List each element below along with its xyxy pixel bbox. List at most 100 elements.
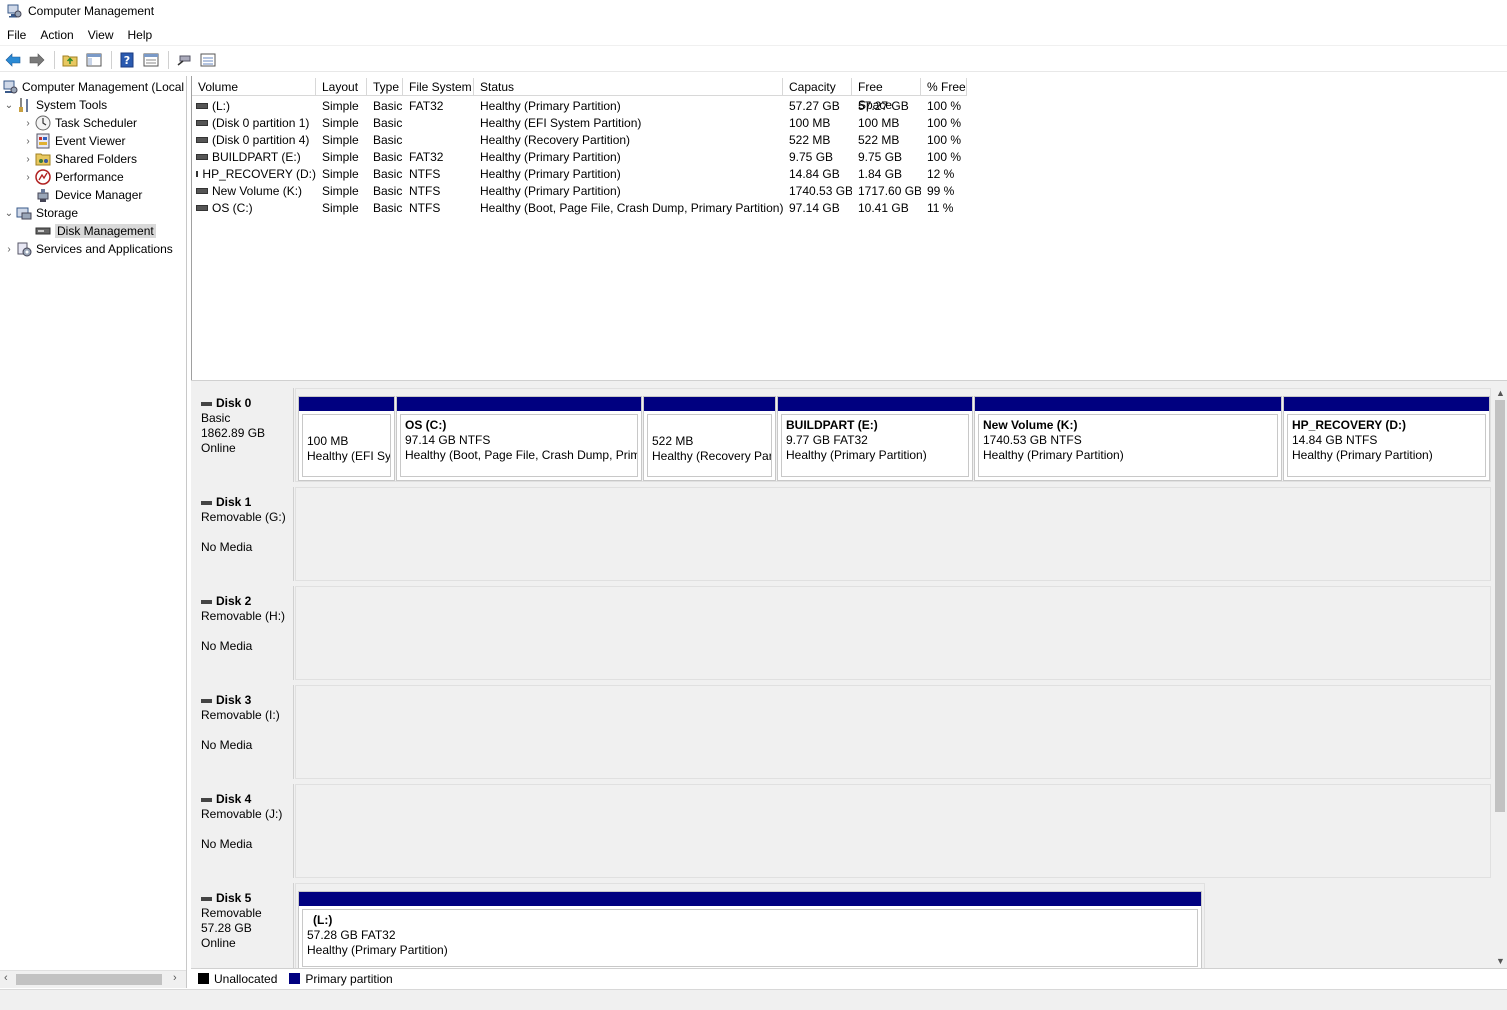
toolbar-separator <box>168 50 169 69</box>
scroll-right-icon[interactable]: › <box>173 972 177 984</box>
volume-icon <box>196 204 208 211</box>
tree-horizontal-scrollbar[interactable]: ‹ › <box>0 970 186 988</box>
disk-partition-area <box>295 586 1491 680</box>
scroll-left-icon[interactable]: ‹ <box>4 972 8 984</box>
partition-size: 57.28 GB FAT32 <box>307 928 396 942</box>
column-header-volume[interactable]: Volume <box>192 78 316 96</box>
disk-status: No Media <box>201 540 253 554</box>
tree-item-computer-management[interactable]: Computer Management (Local <box>2 78 184 96</box>
disk-label[interactable]: Disk 2 Removable (H:) No Media <box>192 586 294 680</box>
disk-size: 1862.89 GB <box>201 426 266 440</box>
help-icon[interactable]: ? <box>116 50 138 70</box>
column-header-percent-free[interactable]: % Free <box>921 78 967 96</box>
partition-recovery[interactable]: 522 MB Healthy (Recovery Part <box>643 396 776 481</box>
tree-label: System Tools <box>36 98 108 112</box>
volume-list-header: Volume Layout Type File System Status Ca… <box>192 78 967 112</box>
legend-unallocated: Unallocated <box>198 972 277 986</box>
column-header-free-space[interactable]: Free Space <box>852 78 921 112</box>
show-hide-tree-icon[interactable] <box>83 50 105 70</box>
tree-item-services-and-applications[interactable]: › Services and Applications <box>2 240 173 258</box>
tree-item-device-manager[interactable]: Device Manager <box>35 186 142 204</box>
partition-hp-recovery-d[interactable]: HP_RECOVERY (D:) 14.84 GB NTFS Healthy (… <box>1283 396 1490 481</box>
partition-buildpart-e[interactable]: BUILDPART (E:) 9.77 GB FAT32 Healthy (Pr… <box>777 396 973 481</box>
chevron-right-icon[interactable]: › <box>2 244 16 255</box>
partition-bar <box>397 397 641 411</box>
disk-type: Removable <box>201 906 262 920</box>
tree-label: Computer Management (Local <box>22 80 185 94</box>
back-arrow-icon[interactable] <box>2 50 24 70</box>
disk-label[interactable]: Disk 0 Basic 1862.89 GB Online <box>192 388 294 482</box>
disk-name: Disk 5 <box>216 891 252 905</box>
services-icon <box>16 241 32 257</box>
disk-size: 57.28 GB <box>201 921 252 935</box>
disk-row-disk-1: Disk 1 Removable (G:) No Media <box>191 485 1493 581</box>
chevron-down-icon[interactable]: ⌄ <box>2 208 16 219</box>
table-row[interactable]: (Disk 0 partition 1) Simple Basic Health… <box>192 114 967 131</box>
partition-bar <box>644 397 775 411</box>
tree-item-storage[interactable]: ⌄ Storage <box>2 204 78 222</box>
chevron-down-icon[interactable]: ⌄ <box>2 100 16 111</box>
column-header-capacity[interactable]: Capacity <box>783 78 852 96</box>
chevron-right-icon[interactable]: › <box>21 118 35 129</box>
tree-item-performance[interactable]: › Performance <box>21 168 124 186</box>
tree-item-event-viewer[interactable]: › Event Viewer <box>21 132 125 150</box>
volume-icon <box>196 136 208 143</box>
disk-row-disk-4: Disk 4 Removable (J:) No Media <box>191 782 1493 878</box>
disk-view-vertical-scrollbar[interactable]: ▲ ▼ <box>1493 386 1507 968</box>
partition-efi[interactable]: 100 MB Healthy (EFI Sys <box>298 396 395 481</box>
scroll-up-icon[interactable]: ▲ <box>1496 388 1505 398</box>
partition-size: 522 MB <box>652 434 694 448</box>
partition-name: HP_RECOVERY (D:) <box>1292 418 1407 432</box>
tree-item-shared-folders[interactable]: › Shared Folders <box>21 150 137 168</box>
tree-item-task-scheduler[interactable]: › Task Scheduler <box>21 114 137 132</box>
partition-os-c[interactable]: OS (C:) 97.14 GB NTFS Healthy (Boot, Pag… <box>396 396 642 481</box>
volume-list: Volume Layout Type File System Status Ca… <box>191 76 1507 380</box>
chevron-right-icon[interactable]: › <box>21 136 35 147</box>
menu-file[interactable]: File <box>0 24 33 46</box>
volume-icon <box>196 187 208 194</box>
partition-new-volume-k[interactable]: New Volume (K:) 1740.53 GB NTFS Healthy … <box>974 396 1282 481</box>
disk-status: Online <box>201 441 236 455</box>
menu-view[interactable]: View <box>81 24 121 46</box>
table-row[interactable]: HP_RECOVERY (D:) Simple Basic NTFS Healt… <box>192 165 967 182</box>
tree-item-disk-management[interactable]: Disk Management <box>35 222 156 240</box>
disk-label[interactable]: Disk 3 Removable (I:) No Media <box>192 685 294 779</box>
properties-icon[interactable] <box>140 50 162 70</box>
scrollbar-thumb[interactable] <box>16 974 162 985</box>
disk-partition-area: (L:) 57.28 GB FAT32 Healthy (Primary Par… <box>295 883 1205 968</box>
table-row[interactable]: (Disk 0 partition 4) Simple Basic Health… <box>192 131 967 148</box>
system-tools-icon <box>16 97 32 113</box>
scrollbar-thumb[interactable] <box>1495 400 1505 812</box>
column-header-file-system[interactable]: File System <box>403 78 474 96</box>
disk-partition-area: 100 MB Healthy (EFI Sys OS (C:) 97.14 GB… <box>295 388 1491 482</box>
column-header-status[interactable]: Status <box>474 78 783 96</box>
chevron-right-icon[interactable]: › <box>21 154 35 165</box>
volume-icon <box>196 153 208 160</box>
partition-size: 14.84 GB NTFS <box>1292 433 1378 447</box>
scroll-down-icon[interactable]: ▼ <box>1496 956 1505 966</box>
connect-icon[interactable] <box>173 50 195 70</box>
menu-action[interactable]: Action <box>33 24 80 46</box>
partition-status: Healthy (Primary Partition) <box>983 448 1124 462</box>
event-viewer-icon <box>35 133 51 149</box>
forward-arrow-icon[interactable] <box>26 50 48 70</box>
list-view-icon[interactable] <box>197 50 219 70</box>
menu-help[interactable]: Help <box>121 24 160 46</box>
disk-label[interactable]: Disk 5 Removable 57.28 GB Online <box>192 883 294 968</box>
partition-size: 1740.53 GB NTFS <box>983 433 1082 447</box>
disk-icon <box>201 896 212 901</box>
column-header-type[interactable]: Type <box>367 78 403 96</box>
tree-item-system-tools[interactable]: ⌄ System Tools <box>2 96 107 114</box>
disk-type: Removable (J:) <box>201 807 283 821</box>
folder-up-icon[interactable] <box>59 50 81 70</box>
disk-label[interactable]: Disk 1 Removable (G:) No Media <box>192 487 294 581</box>
chevron-right-icon[interactable]: › <box>21 172 35 183</box>
volume-icon <box>196 102 208 109</box>
table-row[interactable]: (L:) Simple Basic FAT32 Healthy (Primary… <box>192 97 967 114</box>
table-row[interactable]: BUILDPART (E:) Simple Basic FAT32 Health… <box>192 148 967 165</box>
partition-l[interactable]: (L:) 57.28 GB FAT32 Healthy (Primary Par… <box>298 891 1202 968</box>
disk-label[interactable]: Disk 4 Removable (J:) No Media <box>192 784 294 878</box>
table-row[interactable]: OS (C:) Simple Basic NTFS Healthy (Boot,… <box>192 199 967 216</box>
column-header-layout[interactable]: Layout <box>316 78 367 96</box>
table-row[interactable]: New Volume (K:) Simple Basic NTFS Health… <box>192 182 967 199</box>
